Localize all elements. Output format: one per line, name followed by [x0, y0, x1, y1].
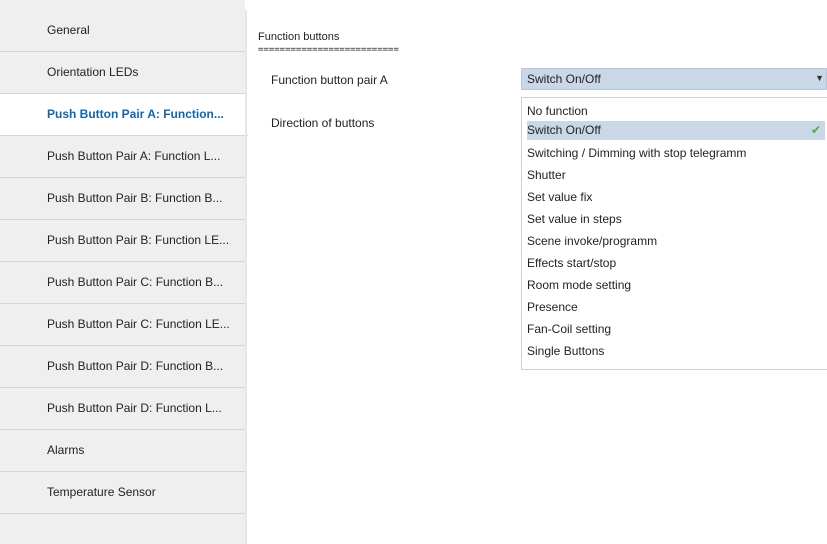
sidebar-item-temperature-sensor[interactable]: Temperature Sensor: [0, 472, 245, 514]
dropdown-option-room-mode-setting[interactable]: Room mode setting: [527, 276, 825, 295]
sidebar-item-pair-b-function-leds[interactable]: Push Button Pair B: Function LE...: [0, 220, 245, 262]
sidebar-item-pair-c-function-leds[interactable]: Push Button Pair C: Function LE...: [0, 304, 245, 346]
dropdown-option-single-buttons[interactable]: Single Buttons: [527, 342, 825, 361]
check-icon: ✔: [810, 123, 821, 137]
dropdown-option-no-function[interactable]: No function: [527, 102, 825, 121]
dropdown-option-scene-invoke[interactable]: Scene invoke/programm: [527, 232, 825, 251]
dropdown-option-shutter[interactable]: Shutter: [527, 166, 825, 185]
sidebar-item-pair-c-function-buttons[interactable]: Push Button Pair C: Function B...: [0, 262, 245, 304]
dropdown-option-label: Switch On/Off: [527, 123, 601, 137]
dropdown-option-set-value-in-steps[interactable]: Set value in steps: [527, 210, 825, 229]
dropdown-option-switch-on-off[interactable]: Switch On/Off ✔: [527, 121, 825, 140]
sidebar: General Orientation LEDs Push Button Pai…: [0, 0, 248, 544]
sidebar-item-pair-a-function-buttons[interactable]: Push Button Pair A: Function...: [0, 94, 248, 136]
function-button-pair-a-dropdown[interactable]: Switch On/Off ▼: [521, 68, 827, 90]
dropdown-option-fan-coil-setting[interactable]: Fan-Coil setting: [527, 320, 825, 339]
sidebar-item-orientation-leds[interactable]: Orientation LEDs: [0, 52, 245, 94]
sidebar-item-pair-b-function-buttons[interactable]: Push Button Pair B: Function B...: [0, 178, 245, 220]
chevron-down-icon[interactable]: ▼: [815, 73, 824, 83]
param-label-function-button-pair-a: Function button pair A: [271, 73, 388, 87]
sidebar-item-pair-d-function-buttons[interactable]: Push Button Pair D: Function B...: [0, 346, 245, 388]
sidebar-item-pair-d-function-leds[interactable]: Push Button Pair D: Function L...: [0, 388, 245, 430]
dropdown-option-effects-start-stop[interactable]: Effects start/stop: [527, 254, 825, 273]
section-underline: ==========================: [258, 45, 399, 55]
dropdown-option-switching-dimming[interactable]: Switching / Dimming with stop telegramm: [527, 144, 825, 163]
dropdown-option-presence[interactable]: Presence: [527, 298, 825, 317]
sidebar-item-alarms[interactable]: Alarms: [0, 430, 245, 472]
dropdown-options-list: No function Switch On/Off ✔ Switching / …: [521, 97, 827, 370]
dropdown-option-set-value-fix[interactable]: Set value fix: [527, 188, 825, 207]
param-label-direction-of-buttons: Direction of buttons: [271, 116, 375, 130]
dropdown-selected-value: Switch On/Off: [527, 72, 601, 86]
sidebar-divider: [245, 10, 247, 544]
sidebar-item-pair-a-function-leds[interactable]: Push Button Pair A: Function L...: [0, 136, 245, 178]
section-title: Function buttons: [258, 31, 340, 43]
sidebar-item-general[interactable]: General: [0, 10, 245, 52]
